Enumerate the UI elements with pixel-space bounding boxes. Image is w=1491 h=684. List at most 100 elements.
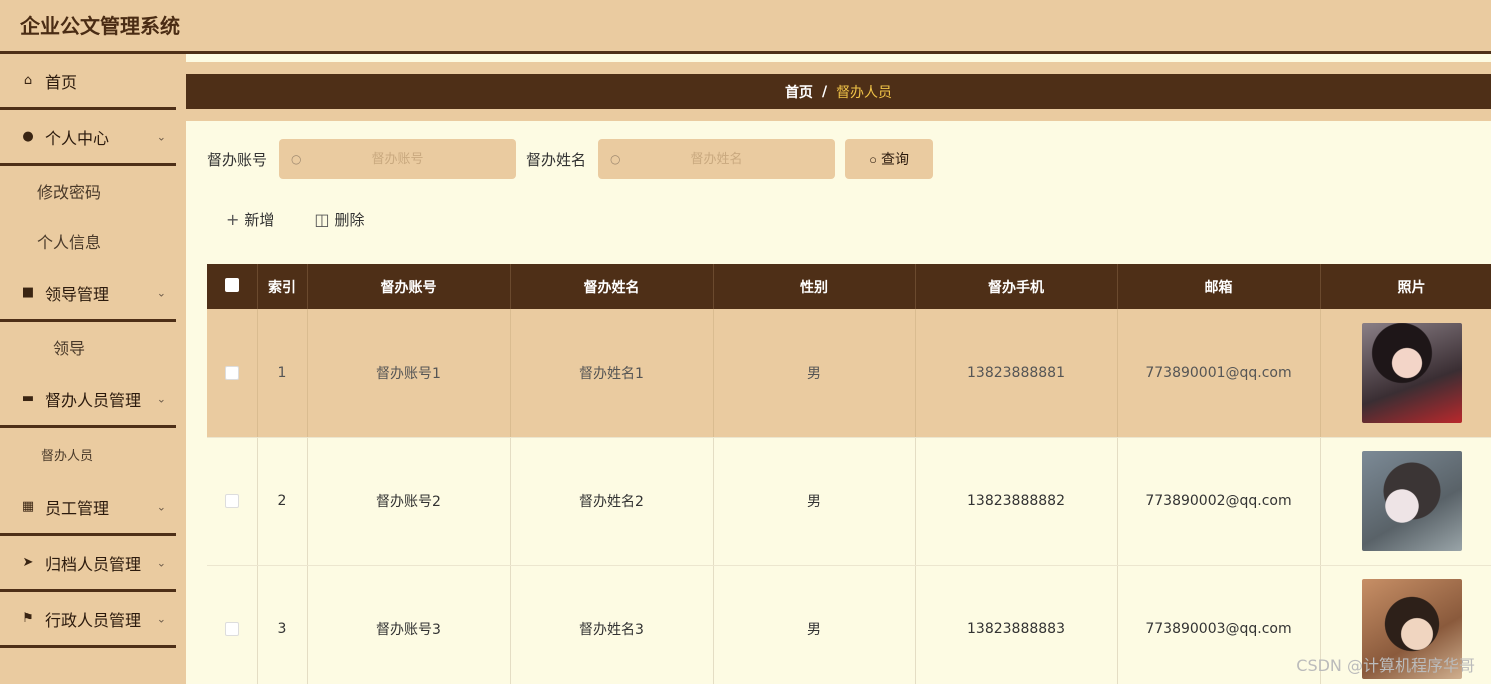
sidebar-item-archive-mgmt[interactable]: ➤ 归档人员管理 ⌄ bbox=[0, 536, 176, 592]
select-all-cell bbox=[207, 264, 258, 309]
sidebar-item-label: 首页 bbox=[45, 72, 78, 92]
sidebar-item-home[interactable]: ⌂ 首页 bbox=[0, 54, 176, 110]
book-icon: ■ bbox=[21, 285, 35, 300]
phone-cell: 13823888883 bbox=[915, 565, 1118, 684]
grid-icon: ▦ bbox=[21, 499, 35, 514]
sidebar-subitem-leader[interactable]: 领导 bbox=[0, 322, 186, 372]
account-cell: 督办账号2 bbox=[307, 437, 511, 566]
sidebar-item-label: 个人中心 bbox=[45, 128, 110, 148]
row-checkbox[interactable] bbox=[224, 494, 239, 508]
column-header-gender[interactable]: 性别 bbox=[713, 264, 916, 309]
top-header: 企业公文管理系统 bbox=[0, 0, 1491, 54]
send-icon: ➤ bbox=[22, 555, 34, 570]
sidebar-item-label: 归档人员管理 bbox=[45, 554, 142, 574]
column-header-index[interactable]: 索引 bbox=[257, 264, 308, 309]
chevron-down-icon: ⌄ bbox=[156, 130, 166, 143]
column-header-photo[interactable]: 照片 bbox=[1320, 264, 1491, 309]
content-top-strip bbox=[186, 54, 1491, 62]
sidebar-subitem-change-password[interactable]: 修改密码 bbox=[0, 166, 186, 216]
row-checkbox[interactable] bbox=[224, 365, 239, 380]
name-search-box: ○ bbox=[598, 139, 836, 179]
sidebar-item-admin-mgmt[interactable]: ⚑ 行政人员管理 ⌄ bbox=[0, 592, 176, 648]
column-header-name[interactable]: 督办姓名 bbox=[510, 264, 714, 309]
table-header-row: 索引 督办账号 督办姓名 性别 督办手机 邮箱 照片 bbox=[207, 264, 1491, 309]
chevron-down-icon: ⌄ bbox=[156, 612, 166, 625]
name-search-label: 督办姓名 bbox=[526, 150, 587, 169]
gender-cell: 男 bbox=[713, 565, 916, 684]
index-cell: 2 bbox=[257, 437, 308, 566]
sidebar: ⌂ 首页 ● 个人中心 ⌄ 修改密码 个人信息 ■ 领导管理 ⌄ 领导 ▬ 督办… bbox=[0, 54, 186, 684]
breadcrumb-current: 督办人员 bbox=[836, 84, 893, 101]
add-button[interactable]: + 新增 bbox=[226, 209, 274, 230]
trash-icon: ◫ bbox=[314, 210, 330, 229]
account-search-input[interactable] bbox=[279, 139, 517, 179]
user-icon: ● bbox=[22, 129, 34, 144]
sidebar-subitem-personal-info[interactable]: 个人信息 bbox=[0, 216, 186, 266]
index-cell: 1 bbox=[257, 309, 308, 438]
row-select-cell bbox=[207, 309, 258, 438]
data-table-wrapper: 索引 督办账号 督办姓名 性别 督办手机 邮箱 照片 1 督办账号1 督办姓名1… bbox=[207, 264, 1491, 684]
chevron-down-icon: ⌄ bbox=[156, 286, 166, 299]
briefcase-icon: ▬ bbox=[21, 391, 35, 406]
photo-cell bbox=[1320, 309, 1491, 438]
account-cell: 督办账号3 bbox=[307, 565, 511, 684]
table-row[interactable]: 2 督办账号2 督办姓名2 男 13823888882 773890002@qq… bbox=[207, 437, 1491, 566]
gender-cell: 男 bbox=[713, 309, 916, 438]
name-cell: 督办姓名3 bbox=[510, 565, 714, 684]
breadcrumb-separator: / bbox=[821, 83, 828, 100]
delete-button-label: 删除 bbox=[334, 211, 365, 229]
person-photo[interactable] bbox=[1361, 451, 1462, 551]
sidebar-item-label: 督办人员管理 bbox=[45, 390, 142, 410]
photo-cell bbox=[1320, 437, 1491, 566]
watermark: CSDN @计算机程序华哥 bbox=[1296, 656, 1475, 675]
sidebar-item-leader-mgmt[interactable]: ■ 领导管理 ⌄ bbox=[0, 266, 176, 322]
gender-cell: 男 bbox=[713, 437, 916, 566]
column-header-email[interactable]: 邮箱 bbox=[1117, 264, 1321, 309]
supervisor-table: 索引 督办账号 督办姓名 性别 督办手机 邮箱 照片 1 督办账号1 督办姓名1… bbox=[207, 264, 1491, 684]
column-header-phone[interactable]: 督办手机 bbox=[915, 264, 1118, 309]
sidebar-item-supervisor-mgmt[interactable]: ▬ 督办人员管理 ⌄ bbox=[0, 372, 176, 428]
app-title: 企业公文管理系统 bbox=[20, 14, 180, 38]
sidebar-item-label: 行政人员管理 bbox=[45, 610, 142, 630]
breadcrumb-home[interactable]: 首页 bbox=[785, 82, 813, 102]
account-cell: 督办账号1 bbox=[307, 309, 511, 438]
index-cell: 3 bbox=[257, 565, 308, 684]
add-button-label: 新增 bbox=[244, 211, 275, 229]
select-all-checkbox[interactable] bbox=[224, 277, 239, 292]
table-row[interactable]: 1 督办账号1 督办姓名1 男 13823888881 773890001@qq… bbox=[207, 309, 1491, 438]
search-form: 督办账号 ○ 督办姓名 ○ ○ 查询 bbox=[207, 139, 934, 179]
home-icon: ⌂ bbox=[23, 73, 33, 88]
email-cell: 773890001@qq.com bbox=[1117, 309, 1321, 438]
name-cell: 督办姓名2 bbox=[510, 437, 714, 566]
sidebar-item-label: 领导管理 bbox=[45, 284, 110, 304]
breadcrumb: 首页 / 督办人员 bbox=[186, 74, 1491, 109]
chevron-down-icon: ⌄ bbox=[156, 500, 166, 513]
row-select-cell bbox=[207, 565, 258, 684]
email-cell: 773890002@qq.com bbox=[1117, 437, 1321, 566]
main-content: 首页 / 督办人员 督办账号 ○ 督办姓名 ○ ○ 查询 + 新增 ◫ 删除 bbox=[186, 54, 1491, 684]
row-checkbox[interactable] bbox=[224, 622, 239, 636]
person-photo[interactable] bbox=[1361, 322, 1462, 423]
chevron-down-icon: ⌄ bbox=[156, 392, 166, 405]
breadcrumb-wrapper: 首页 / 督办人员 bbox=[186, 62, 1491, 121]
account-search-box: ○ bbox=[279, 139, 517, 179]
flag-icon: ⚑ bbox=[22, 611, 34, 626]
action-toolbar: + 新增 ◫ 删除 bbox=[226, 209, 405, 230]
search-icon: ○ bbox=[869, 151, 877, 167]
row-select-cell bbox=[207, 437, 258, 566]
phone-cell: 13823888881 bbox=[915, 309, 1118, 438]
sidebar-subitem-supervisor[interactable]: 督办人员 bbox=[0, 428, 186, 480]
query-button-label: 查询 bbox=[880, 151, 909, 167]
delete-button[interactable]: ◫ 删除 bbox=[314, 209, 364, 230]
name-cell: 督办姓名1 bbox=[510, 309, 714, 438]
email-cell: 773890003@qq.com bbox=[1117, 565, 1321, 684]
query-button[interactable]: ○ 查询 bbox=[845, 139, 934, 179]
account-search-label: 督办账号 bbox=[207, 150, 268, 169]
plus-icon: + bbox=[226, 210, 240, 229]
sidebar-item-staff-mgmt[interactable]: ▦ 员工管理 ⌄ bbox=[0, 480, 176, 536]
phone-cell: 13823888882 bbox=[915, 437, 1118, 566]
sidebar-item-personal-center[interactable]: ● 个人中心 ⌄ bbox=[0, 110, 176, 166]
chevron-down-icon: ⌄ bbox=[156, 556, 166, 569]
name-search-input[interactable] bbox=[598, 139, 836, 179]
column-header-account[interactable]: 督办账号 bbox=[307, 264, 511, 309]
